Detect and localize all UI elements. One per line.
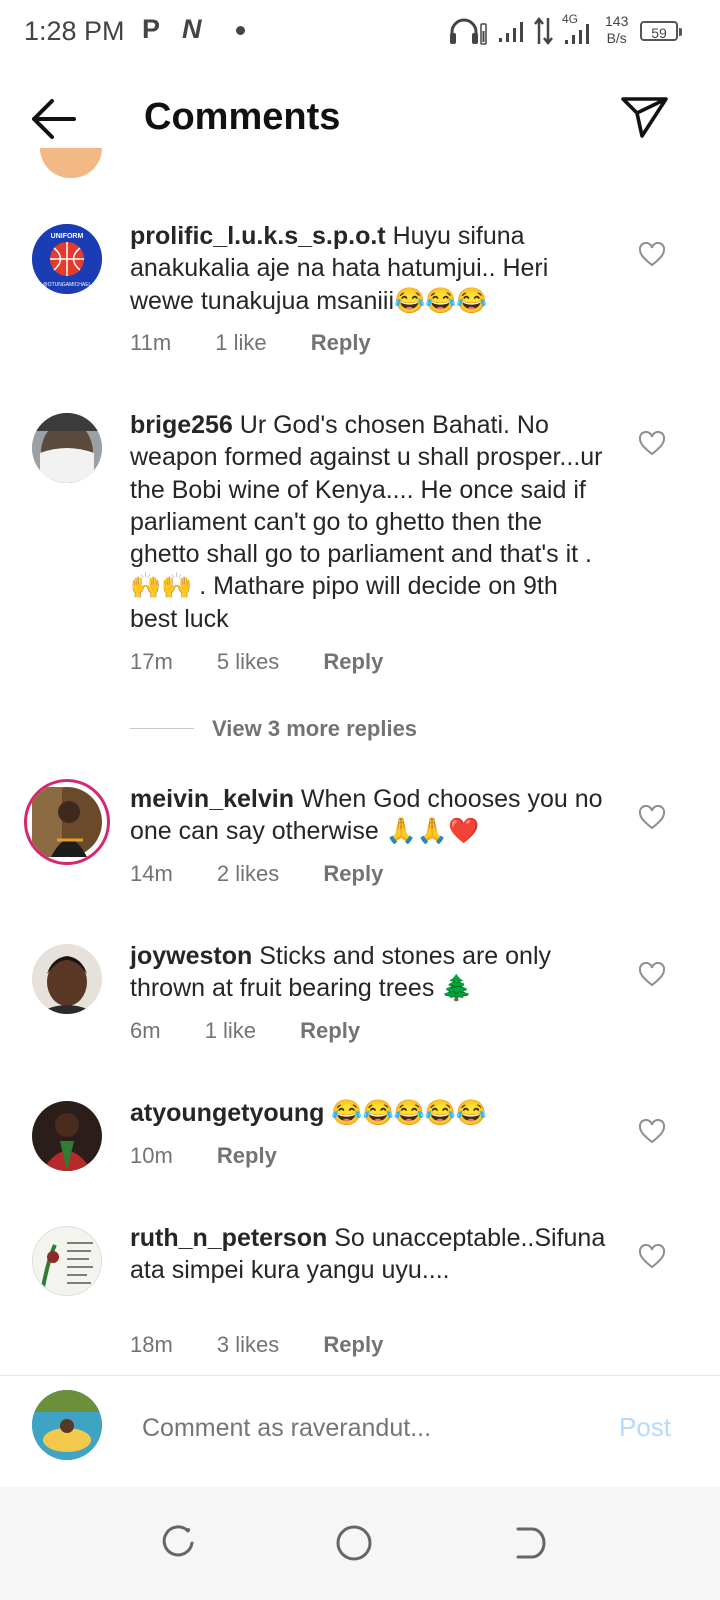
headphones-icon bbox=[450, 18, 487, 45]
comment-text: brige256 Ur God's chosen Bahati. No weap… bbox=[130, 409, 610, 635]
avatar[interactable]: UNIFORM @OTUNGAMICHAEL bbox=[32, 224, 102, 294]
avatar[interactable] bbox=[40, 148, 102, 178]
like-button[interactable] bbox=[638, 430, 666, 457]
comment-time: 18m bbox=[130, 1332, 173, 1357]
heart-icon bbox=[638, 241, 666, 267]
comment-meta: 6m 1 like Reply bbox=[130, 1018, 398, 1044]
avatar-image bbox=[32, 1390, 102, 1460]
avatar-story-ring[interactable] bbox=[24, 779, 110, 865]
avatar-image: UNIFORM @OTUNGAMICHAEL bbox=[32, 224, 102, 294]
net-speed-value: 143 bbox=[605, 13, 629, 29]
comment-time: 11m bbox=[130, 330, 172, 355]
avatar[interactable] bbox=[32, 1101, 102, 1171]
comment-time: 14m bbox=[130, 861, 173, 886]
back-nav-icon bbox=[516, 1527, 546, 1559]
post-button[interactable]: Post bbox=[619, 1412, 671, 1443]
data-transfer-icon bbox=[534, 16, 553, 46]
comment-likes[interactable]: 3 likes bbox=[217, 1332, 279, 1357]
svg-text:@OTUNGAMICHAEL: @OTUNGAMICHAEL bbox=[43, 282, 92, 288]
comment-text: ruth_n_peterson So unacceptable..Sifuna … bbox=[130, 1222, 610, 1287]
battery-icon: 59 bbox=[640, 21, 682, 41]
status-bar: 1:28 PM P N 4G 143 B/s 59 bbox=[0, 0, 720, 66]
comment-meta: 17m 5 likes Reply bbox=[130, 649, 421, 675]
like-button[interactable] bbox=[638, 961, 666, 988]
recents-icon bbox=[162, 1525, 194, 1557]
signal-icon bbox=[499, 22, 523, 42]
reply-button[interactable]: Reply bbox=[311, 330, 371, 355]
n-app-icon: N bbox=[182, 14, 202, 44]
heart-icon bbox=[638, 1118, 666, 1144]
comment-body: 😂😂😂😂😂 bbox=[324, 1099, 488, 1127]
comment-input-bar: Post bbox=[0, 1375, 720, 1488]
status-time: 1:28 PM bbox=[24, 16, 125, 46]
reply-button[interactable]: Reply bbox=[300, 1018, 360, 1043]
home-circle-icon bbox=[336, 1525, 372, 1561]
comment-likes[interactable]: 2 likes bbox=[217, 861, 279, 886]
comment-time: 10m bbox=[130, 1143, 173, 1168]
svg-text:UNIFORM: UNIFORM bbox=[51, 233, 84, 240]
comment-input[interactable] bbox=[142, 1408, 592, 1448]
comment-username[interactable]: atyoungetyoung bbox=[130, 1099, 324, 1127]
reply-button[interactable]: Reply bbox=[323, 1332, 383, 1357]
comment-username[interactable]: prolific_l.u.k.s_s.p.o.t bbox=[130, 222, 386, 250]
comment-username[interactable]: brige256 bbox=[130, 411, 233, 439]
avatar-image bbox=[32, 787, 102, 857]
share-button[interactable] bbox=[620, 94, 670, 140]
comment-meta: 11m 1 like Reply bbox=[130, 330, 409, 356]
comment-meta: 10m Reply bbox=[130, 1143, 315, 1169]
avatar-image bbox=[33, 1227, 101, 1295]
like-button[interactable] bbox=[638, 241, 666, 268]
signal-4g-icon bbox=[565, 24, 589, 44]
comment-username[interactable]: joyweston bbox=[130, 942, 252, 970]
comment-text: prolific_l.u.k.s_s.p.o.t Huyu sifuna ana… bbox=[130, 220, 610, 317]
arrow-left-icon bbox=[32, 99, 76, 139]
avatar-image bbox=[32, 1101, 102, 1171]
avatar[interactable] bbox=[32, 1226, 102, 1296]
like-button[interactable] bbox=[638, 804, 666, 831]
reply-button[interactable]: Reply bbox=[217, 1143, 277, 1168]
heart-icon bbox=[638, 1243, 666, 1269]
reply-button[interactable]: Reply bbox=[323, 861, 383, 886]
comment-likes[interactable]: 1 like bbox=[215, 330, 266, 355]
paper-plane-icon bbox=[621, 97, 668, 138]
notification-dot-icon bbox=[236, 26, 245, 35]
like-button[interactable] bbox=[638, 1243, 666, 1270]
heart-icon bbox=[638, 430, 666, 456]
comments-header: Comments bbox=[0, 66, 720, 170]
reply-button[interactable]: Reply bbox=[323, 649, 383, 674]
replies-divider bbox=[130, 728, 194, 729]
heart-icon bbox=[638, 804, 666, 830]
comment-time: 17m bbox=[130, 649, 173, 674]
comment-text: joyweston Sticks and stones are only thr… bbox=[130, 940, 610, 1005]
comment-text: meivin_kelvin When God chooses you no on… bbox=[130, 783, 610, 848]
comment-username[interactable]: ruth_n_peterson bbox=[130, 1224, 327, 1252]
current-user-avatar bbox=[32, 1390, 102, 1460]
like-button[interactable] bbox=[638, 1118, 666, 1145]
comment-meta: 18m 3 likes Reply bbox=[130, 1332, 421, 1358]
avatar[interactable] bbox=[32, 413, 102, 483]
view-more-replies-label: View 3 more replies bbox=[212, 716, 418, 741]
recent-apps-button[interactable] bbox=[158, 1523, 198, 1563]
comment-meta: 14m 2 likes Reply bbox=[130, 861, 421, 887]
p-app-icon: P bbox=[142, 14, 161, 44]
comment-time: 6m bbox=[130, 1018, 161, 1043]
comment-username[interactable]: meivin_kelvin bbox=[130, 785, 294, 813]
back-button[interactable] bbox=[28, 96, 80, 142]
avatar-image bbox=[32, 944, 102, 1014]
heart-icon bbox=[638, 961, 666, 987]
page-title: Comments bbox=[144, 96, 341, 138]
comment-body: Ur God's chosen Bahati. No weapon formed… bbox=[130, 411, 603, 633]
comment-likes[interactable]: 1 like bbox=[205, 1018, 256, 1043]
home-button[interactable] bbox=[334, 1523, 374, 1563]
back-nav-button[interactable] bbox=[510, 1523, 550, 1563]
avatar[interactable] bbox=[32, 944, 102, 1014]
net-speed: 143 B/s bbox=[605, 13, 628, 47]
net-speed-unit: B/s bbox=[606, 30, 627, 46]
comment-likes[interactable]: 5 likes bbox=[217, 649, 279, 674]
system-nav-bar bbox=[0, 1487, 720, 1600]
comment-text: atyoungetyoung 😂😂😂😂😂 bbox=[130, 1097, 610, 1129]
avatar-image bbox=[32, 413, 102, 483]
